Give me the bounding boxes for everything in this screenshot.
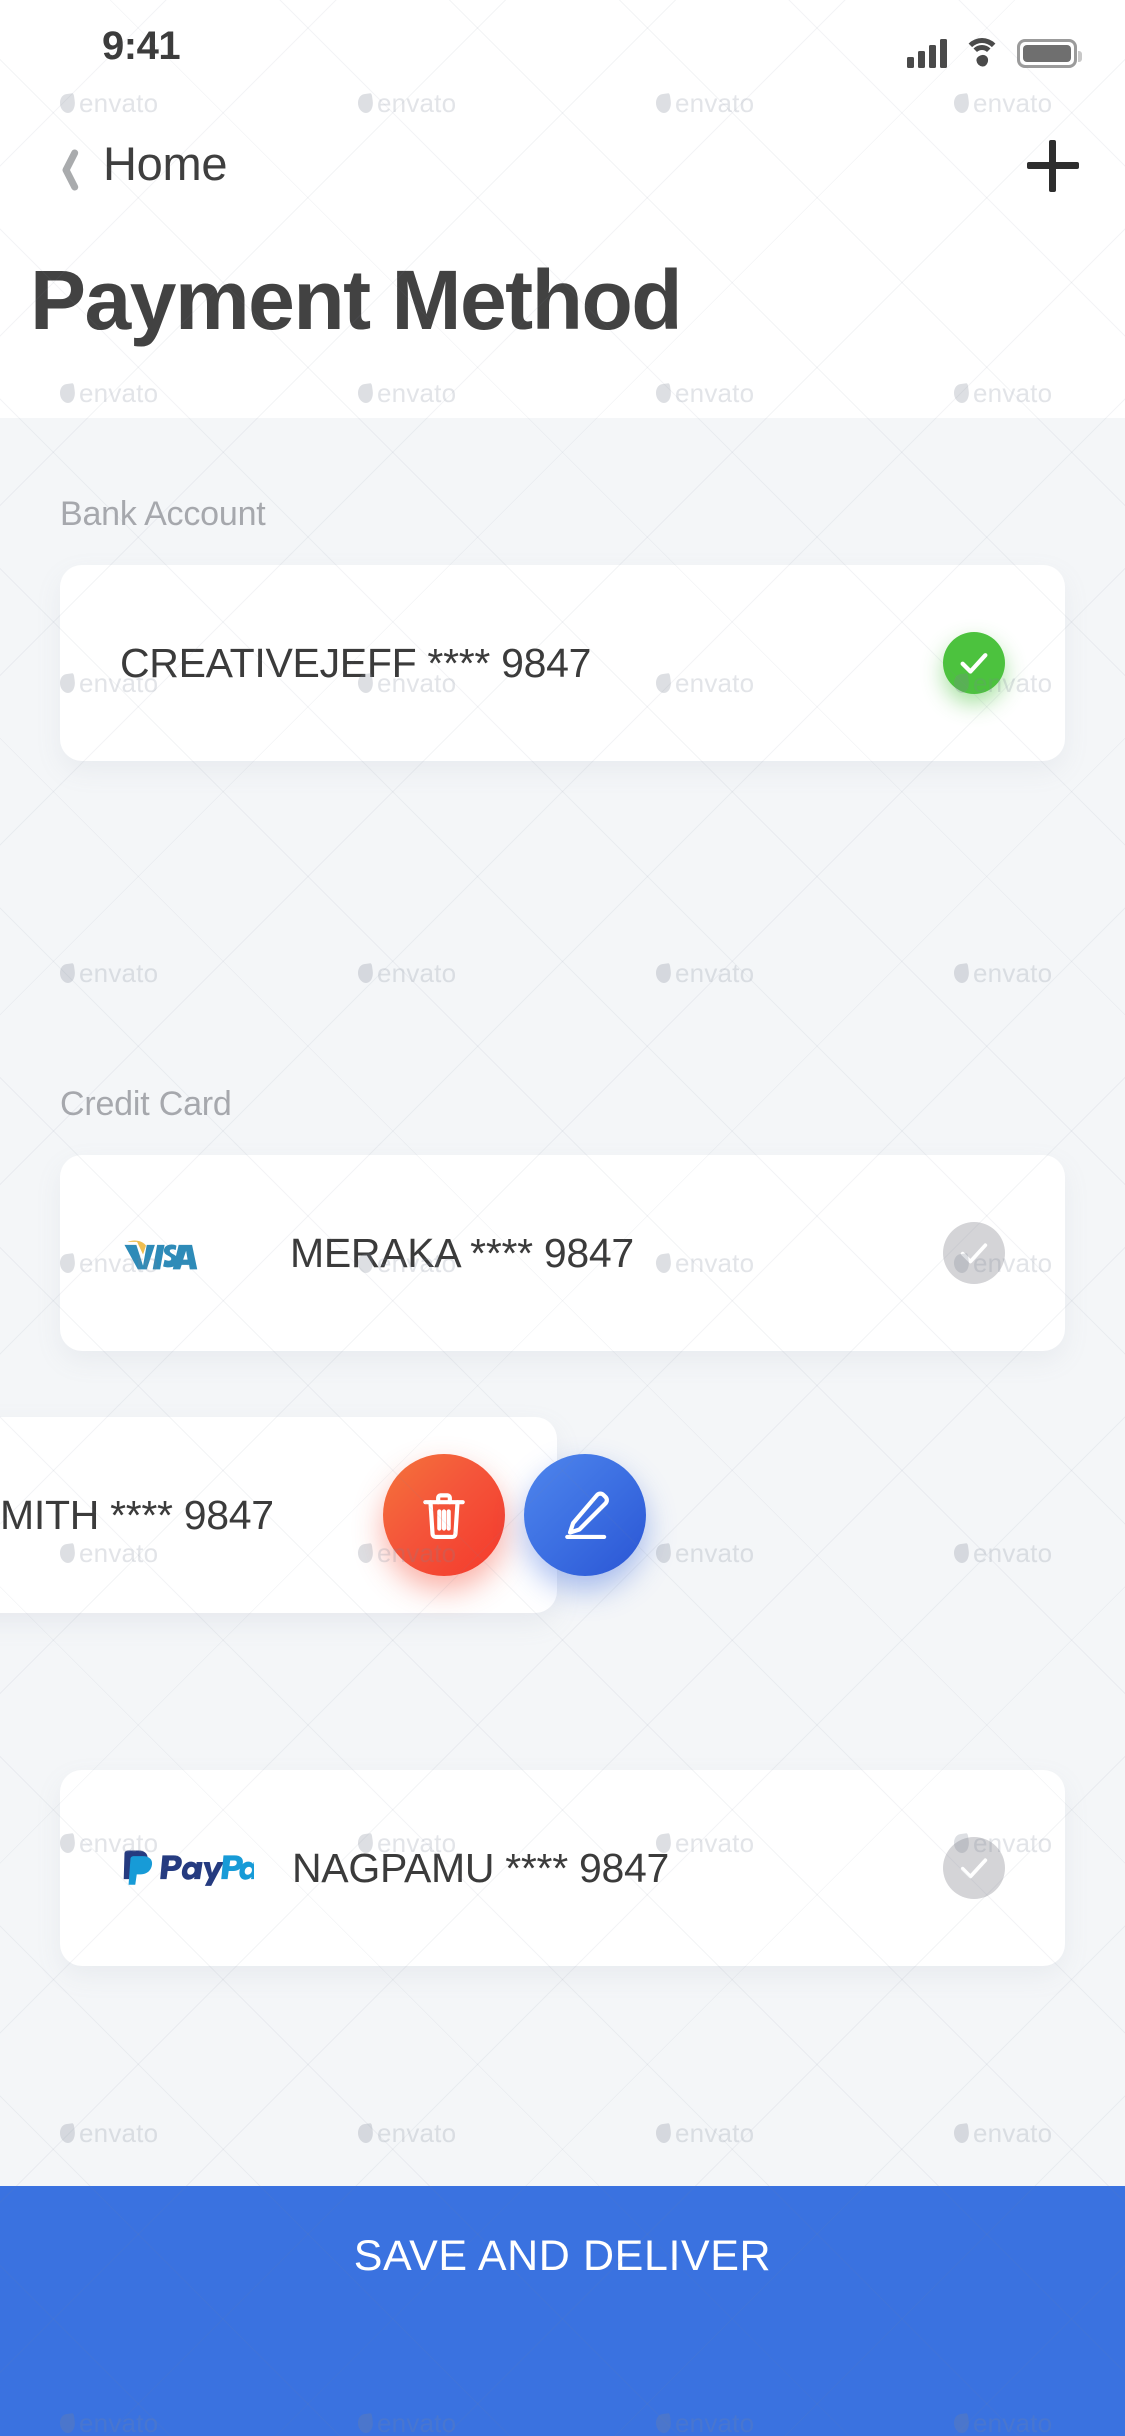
payment-item-paypal[interactable]: NAGPAMU **** 9847	[60, 1770, 1065, 1966]
payment-item-label: CREATIVEJEFF **** 9847	[120, 639, 592, 686]
page-title: Payment Method	[30, 253, 683, 347]
back-label[interactable]: Home	[103, 136, 227, 191]
check-icon	[960, 653, 988, 674]
check-icon	[960, 1858, 988, 1879]
select-check-icon[interactable]	[943, 1222, 1005, 1284]
add-payment-button[interactable]	[1009, 122, 1095, 208]
payment-item-visa[interactable]: MERAKA **** 9847	[60, 1155, 1065, 1351]
payment-item-label: NAGPAMU **** 9847	[292, 1844, 669, 1891]
status-bar: 9:41	[0, 0, 1125, 105]
section-label-credit-card: Credit Card	[60, 1085, 232, 1123]
header: 9:41 Home Payment Method	[0, 0, 1125, 418]
payment-item-label: MERAKA **** 9847	[290, 1229, 634, 1276]
status-time: 9:41	[102, 24, 181, 68]
section-label-bank-account: Bank Account	[60, 495, 266, 533]
select-check-icon[interactable]	[943, 1837, 1005, 1899]
payment-method-screen: 9:41 Home Payment Method Bank Account CR…	[0, 0, 1125, 2436]
check-icon	[960, 1243, 988, 1264]
pencil-icon	[565, 1491, 609, 1540]
select-check-icon[interactable]	[943, 632, 1005, 694]
wifi-icon	[963, 38, 1001, 69]
payment-item-label: MITH **** 9847	[0, 1491, 274, 1538]
trash-icon	[423, 1493, 465, 1540]
edit-payment-button[interactable]	[524, 1454, 646, 1576]
chevron-left-icon	[51, 147, 77, 189]
back-button[interactable]	[26, 130, 102, 206]
save-and-deliver-label: SAVE AND DELIVER	[353, 2232, 772, 2280]
save-and-deliver-button[interactable]: SAVE AND DELIVER	[0, 2186, 1125, 2436]
delete-payment-button[interactable]	[383, 1454, 505, 1576]
battery-full-icon	[1017, 39, 1082, 68]
status-indicators	[907, 26, 1082, 69]
payment-item-bank-account[interactable]: CREATIVEJEFF **** 9847	[60, 565, 1065, 761]
nav-bar: Home	[0, 137, 1125, 230]
payment-item-swiped-row: MITH **** 9847	[0, 1417, 1125, 1613]
cellular-bars-icon	[907, 38, 947, 68]
visa-logo-icon	[124, 1240, 198, 1270]
paypal-logo-icon	[123, 1850, 254, 1886]
